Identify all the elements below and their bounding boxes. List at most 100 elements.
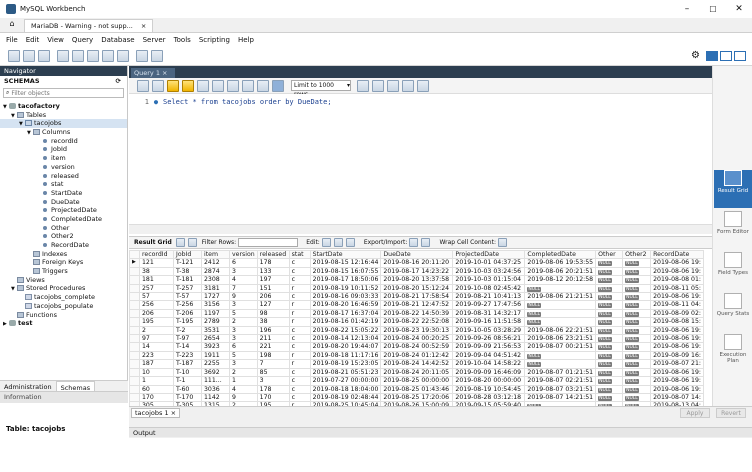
tree-item[interactable]: RecordDate (0, 241, 127, 250)
table-cell[interactable]: 2019-08-17 16:37:04 (309, 308, 382, 319)
row-selector[interactable] (129, 350, 140, 361)
table-cell[interactable]: 1197 (201, 308, 230, 319)
table-cell[interactable]: 2019-08-09 16: (650, 350, 704, 361)
table-cell[interactable]: 170 (256, 392, 290, 403)
table-cell[interactable]: 2019-08-07 00:21:51 (524, 342, 597, 352)
close-icon[interactable]: ✕ (726, 4, 752, 14)
rollback-icon[interactable] (257, 79, 269, 92)
row-selector[interactable] (129, 367, 140, 378)
new-sql-tab-icon[interactable] (8, 49, 20, 62)
row-selector[interactable] (129, 308, 140, 319)
table-cell[interactable]: 2019-08-06 19: (650, 258, 704, 268)
table-cell[interactable]: T-97 (173, 334, 202, 344)
table-cell[interactable]: 2019-08-06 19: (650, 325, 704, 336)
table-cell[interactable]: 2789 (201, 317, 230, 327)
table-cell[interactable]: T-257 (173, 283, 202, 294)
null-cell[interactable]: NULL (622, 342, 652, 352)
table-cell[interactable]: 2019-08-06 19: (650, 334, 704, 344)
close-result-tab-icon[interactable]: × (171, 409, 176, 417)
table-row[interactable]: 14 T-14 3923 6 221 c 2019-08-20 19:44:07 2019-0… (129, 342, 704, 352)
create-table-icon[interactable] (72, 49, 84, 62)
table-cell[interactable]: 2019-10-08 02:45:42 (452, 283, 526, 294)
table-cell[interactable]: 178 (256, 384, 290, 394)
table-cell[interactable]: 5 (229, 308, 258, 319)
table-cell[interactable]: 85 (256, 367, 290, 378)
side-field-types-button[interactable]: Field Types (714, 252, 752, 290)
table-cell[interactable]: 206 (139, 308, 174, 319)
table-cell[interactable]: T-60 (173, 384, 202, 394)
column-header[interactable]: Other (595, 250, 624, 260)
table-cell[interactable]: 7 (256, 359, 290, 369)
menu-scripting[interactable]: Scripting (199, 36, 230, 44)
tree-item[interactable]: DueDate (0, 198, 127, 207)
table-cell[interactable]: r (288, 300, 311, 310)
table-cell[interactable]: 2 (229, 317, 258, 327)
null-cell[interactable]: NULL (622, 325, 652, 336)
table-cell[interactable]: T-256 (173, 300, 202, 310)
column-header[interactable]: DueDate (380, 250, 454, 260)
null-cell[interactable]: NULL (622, 258, 652, 268)
tree-item[interactable]: Other (0, 224, 127, 233)
table-row[interactable]: 10 T-10 3692 2 85 c 2019-08-21 05:51:23 2019-08… (129, 367, 704, 378)
row-selector[interactable] (129, 384, 140, 394)
table-cell[interactable]: 2654 (201, 334, 230, 344)
table-cell[interactable]: 2019-08-21 17:58:54 (380, 292, 454, 302)
table-row[interactable]: 60 T-60 3036 4 178 c 2019-08-18 18:04:00 2019-0… (129, 384, 704, 394)
maximize-icon[interactable]: ☐ (700, 5, 726, 14)
beautify-icon[interactable] (372, 79, 384, 92)
table-cell[interactable]: 111... (201, 376, 230, 386)
column-header[interactable]: StartDate (309, 250, 382, 260)
side-form-editor-button[interactable]: Form Editor (714, 211, 752, 249)
find-icon[interactable] (387, 79, 399, 92)
null-cell[interactable]: NULL (622, 392, 652, 403)
table-row[interactable]: 195 T-195 2789 2 38 r 2019-08-16 01:42:19 2019-… (129, 317, 704, 327)
column-header[interactable]: recordId (139, 250, 174, 260)
table-cell[interactable]: 2019-08-09 02: (650, 308, 704, 319)
table-cell[interactable]: 2019-08-24 20:11:05 (380, 367, 454, 378)
menu-help[interactable]: Help (238, 36, 254, 44)
table-cell[interactable]: 6 (229, 342, 258, 352)
stop-icon[interactable] (212, 79, 224, 92)
column-header[interactable]: ProjectedDate (452, 250, 526, 260)
sql-editor[interactable]: 1 ● Select * from tacojobs order by DueD… (129, 94, 712, 222)
null-cell[interactable]: NULL (622, 334, 652, 344)
menu-edit[interactable]: Edit (26, 36, 40, 44)
side-execution-plan-button[interactable]: Execution Plan (714, 334, 752, 372)
row-selector[interactable] (129, 334, 140, 344)
tree-item[interactable]: ▼ Stored Procedures (0, 284, 127, 293)
table-cell[interactable]: T-195 (173, 317, 202, 327)
autocommit-icon[interactable] (272, 79, 284, 92)
null-cell[interactable]: NULL (595, 359, 624, 369)
invisible-chars-icon[interactable] (402, 79, 414, 92)
table-cell[interactable]: 170 (139, 392, 174, 403)
row-selector[interactable] (129, 317, 140, 327)
table-cell[interactable]: 2019-08-25 01:43:46 (380, 384, 454, 394)
table-cell[interactable]: 2019-08-20 15:12:24 (380, 283, 454, 294)
table-cell[interactable]: 223 (139, 350, 174, 361)
table-cell[interactable]: 2874 (201, 266, 230, 277)
table-cell[interactable]: 2019-08-17 18:50:06 (309, 275, 382, 285)
explain-icon[interactable] (197, 79, 209, 92)
table-cell[interactable]: r (288, 283, 311, 294)
table-row[interactable]: 223 T-223 1911 5 198 r 2019-08-18 11:17:16 2019… (129, 350, 704, 361)
filter-rows-input[interactable] (238, 238, 299, 247)
table-cell[interactable]: 257 (139, 283, 174, 294)
grid-icon[interactable] (175, 238, 185, 247)
reconnect-icon[interactable] (151, 49, 163, 62)
toggle-errors-icon[interactable] (227, 79, 239, 92)
table-cell[interactable]: 2019-08-21 05:51:23 (309, 367, 382, 378)
tree-item[interactable]: ▼ Columns (0, 128, 127, 137)
null-cell[interactable]: NULL (595, 258, 624, 268)
filter-objects-box[interactable]: ⌕ (3, 88, 124, 98)
tree-item[interactable]: ▶ test (0, 319, 127, 328)
table-cell[interactable]: 2019-08-18 11:17:16 (309, 350, 382, 361)
null-cell[interactable]: NULL (622, 275, 652, 285)
table-cell[interactable]: 2019-09-26 08:56:21 (452, 334, 526, 344)
null-cell[interactable]: NULL (595, 376, 624, 386)
column-header[interactable]: stat (288, 250, 311, 260)
table-cell[interactable]: 3036 (201, 384, 230, 394)
table-cell[interactable]: 1727 (201, 292, 230, 302)
table-row[interactable]: 206 T-206 1197 5 98 r 2019-08-17 16:37:04 2019-… (129, 308, 704, 319)
null-cell[interactable]: NULL (622, 367, 652, 378)
create-view-icon[interactable] (87, 49, 99, 62)
